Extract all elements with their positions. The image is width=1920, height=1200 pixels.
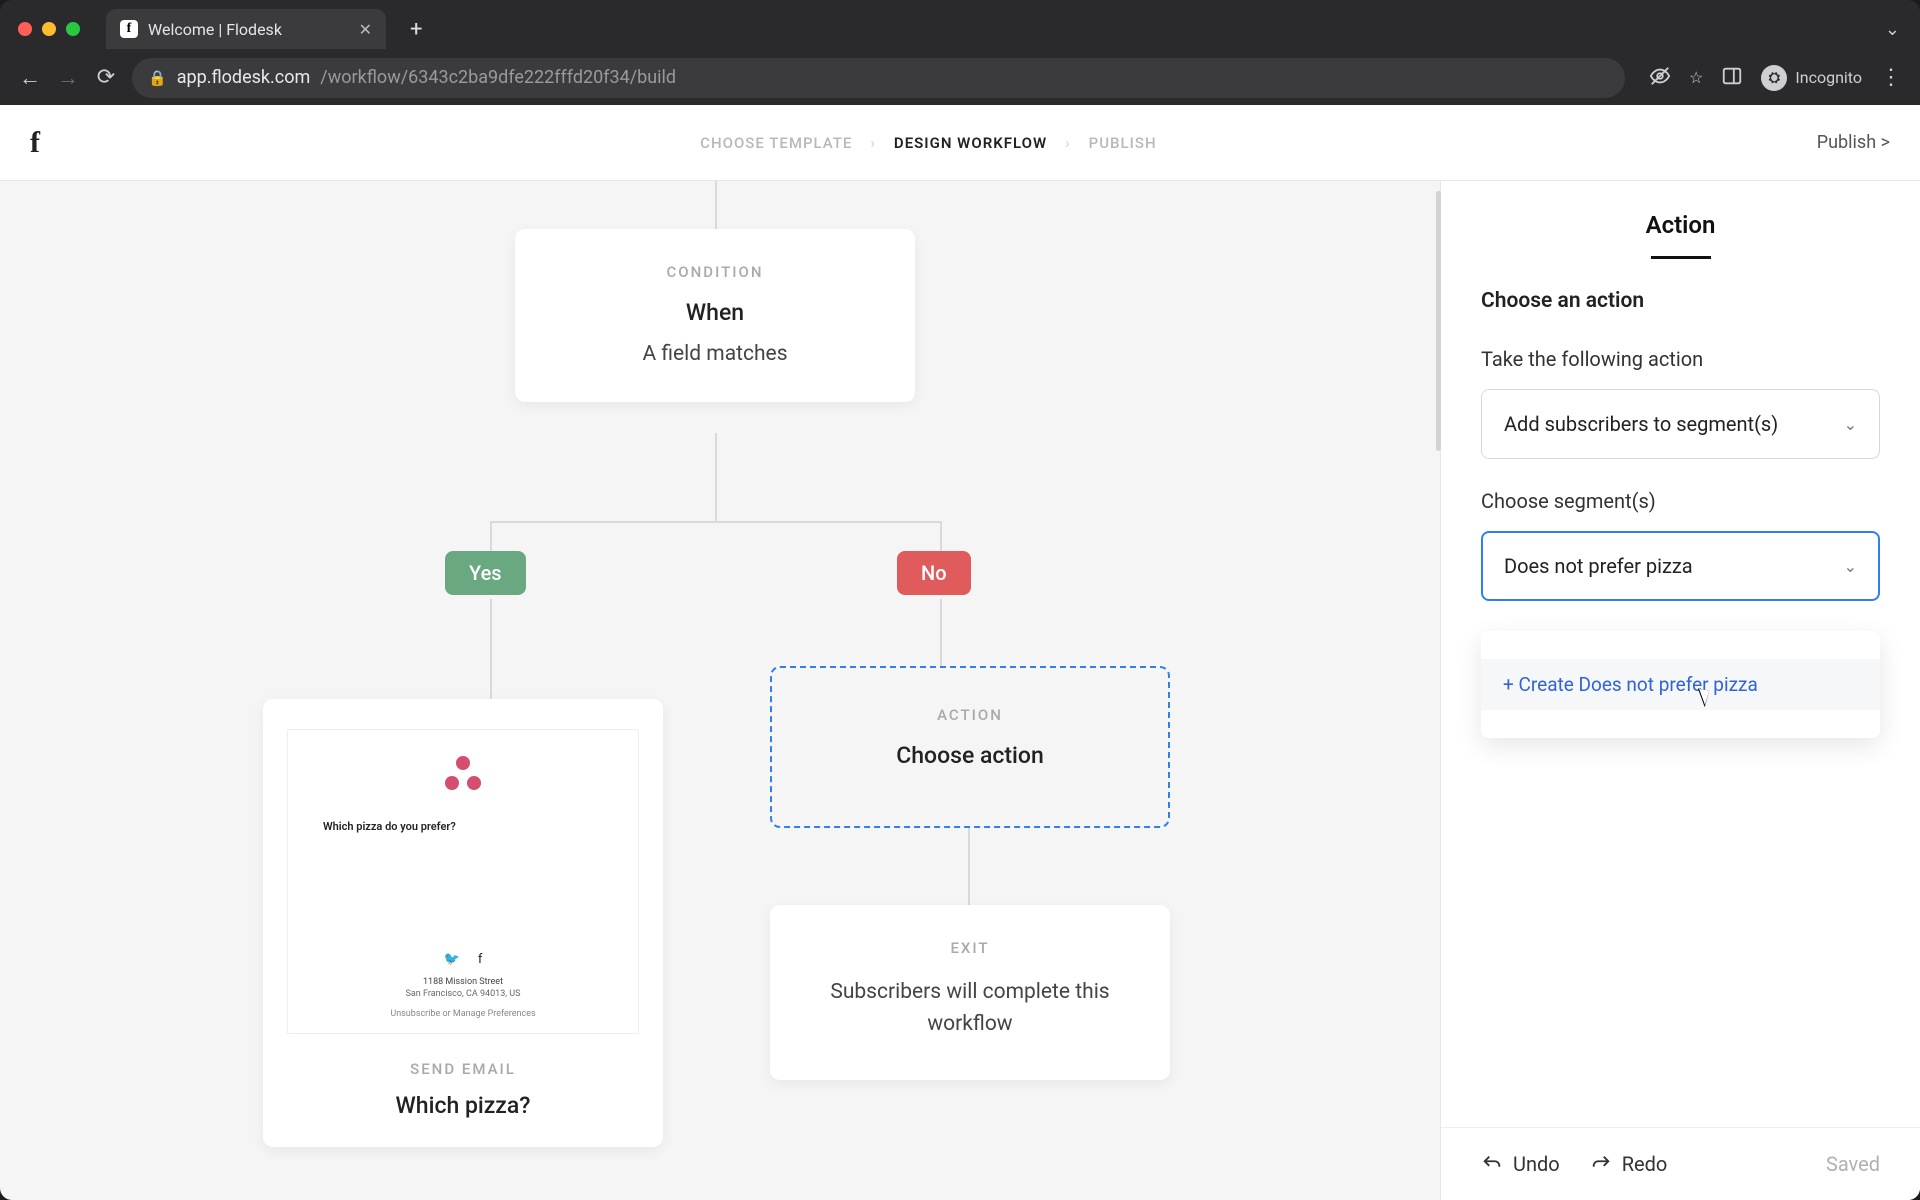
- segment-dropdown: + Create Does not prefer pizza: [1481, 631, 1880, 738]
- condition-sub: A field matches: [539, 342, 891, 366]
- app-header: f CHOOSE TEMPLATE › DESIGN WORKFLOW › PU…: [0, 105, 1920, 181]
- redo-icon: [1590, 1153, 1612, 1175]
- canvas-scrollbar[interactable]: [1436, 181, 1441, 1200]
- create-segment-option[interactable]: + Create Does not prefer pizza: [1481, 659, 1880, 710]
- connector-line: [490, 521, 942, 523]
- undo-label: Undo: [1513, 1152, 1560, 1176]
- panel-toggle-icon[interactable]: [1721, 65, 1743, 91]
- twitter-icon: 🐦: [444, 952, 460, 967]
- app-body: CONDITION When A field matches Yes No: [0, 181, 1920, 1200]
- connector-line: [715, 433, 717, 521]
- breadcrumb: CHOOSE TEMPLATE › DESIGN WORKFLOW › PUBL…: [40, 134, 1817, 152]
- incognito-icon: ⛭: [1761, 65, 1787, 91]
- connector-line: [490, 599, 492, 699]
- connector-line: [968, 828, 970, 905]
- panel-body: Choose an action Take the following acti…: [1441, 259, 1920, 1127]
- tab-bar: f Welcome | Flodesk ✕ + ⌄: [0, 0, 1920, 50]
- close-tab-icon[interactable]: ✕: [359, 20, 372, 39]
- address-bar[interactable]: 🔒 app.flodesk.com/workflow/6343c2ba9dfe2…: [132, 58, 1625, 98]
- browser-chrome: f Welcome | Flodesk ✕ + ⌄ ← → ⟳ 🔒 app.fl…: [0, 0, 1920, 105]
- panel-footer: Undo Redo Saved: [1441, 1127, 1920, 1200]
- workflow-canvas[interactable]: CONDITION When A field matches Yes No: [0, 181, 1440, 1200]
- crumb-publish[interactable]: PUBLISH: [1089, 134, 1157, 152]
- chevron-down-icon: ⌄: [1844, 557, 1857, 576]
- tab-title: Welcome | Flodesk: [148, 20, 282, 39]
- publish-button[interactable]: Publish >: [1817, 132, 1890, 153]
- segment-select-value: Does not prefer pizza: [1504, 554, 1693, 578]
- action-card-label: ACTION: [796, 706, 1144, 724]
- panel-title: Action: [1441, 181, 1920, 259]
- url-path: /workflow/6343c2ba9dfe222fffd20f34/build: [320, 67, 676, 88]
- incognito-label: Incognito: [1795, 68, 1862, 87]
- action-select[interactable]: Add subscribers to segment(s) ⌄: [1481, 389, 1880, 459]
- email-card[interactable]: Which pizza do you prefer? 🐦 f 1188 Miss…: [263, 699, 663, 1147]
- eye-off-icon[interactable]: [1649, 65, 1671, 91]
- minimize-window-button[interactable]: [42, 22, 56, 36]
- email-address-line2: San Francisco, CA 94013, US: [406, 989, 521, 999]
- browser-tab[interactable]: f Welcome | Flodesk ✕: [106, 9, 386, 49]
- choose-segments-label: Choose segment(s): [1481, 489, 1880, 513]
- toolbar-right: ☆ ⛭ Incognito ⋮: [1649, 65, 1902, 91]
- action-card[interactable]: ACTION Choose action: [770, 666, 1170, 828]
- star-icon[interactable]: ☆: [1689, 68, 1703, 87]
- close-window-button[interactable]: [18, 22, 32, 36]
- url-host: app.flodesk.com: [177, 67, 311, 88]
- action-card-title: Choose action: [796, 742, 1144, 769]
- exit-card[interactable]: EXIT Subscribers will complete this work…: [770, 905, 1170, 1080]
- incognito-badge[interactable]: ⛭ Incognito: [1761, 65, 1862, 91]
- branch-yes[interactable]: Yes: [445, 551, 526, 595]
- window-controls: [18, 22, 80, 36]
- condition-title: When: [539, 299, 891, 326]
- browser-menu-icon[interactable]: ⋮: [1880, 65, 1902, 90]
- connector-line: [940, 599, 942, 666]
- email-preview: Which pizza do you prefer? 🐦 f 1188 Miss…: [287, 729, 639, 1034]
- condition-card[interactable]: CONDITION When A field matches: [515, 229, 915, 402]
- app-area: f CHOOSE TEMPLATE › DESIGN WORKFLOW › PU…: [0, 105, 1920, 1200]
- exit-label: EXIT: [794, 939, 1146, 957]
- branch-no[interactable]: No: [897, 551, 971, 595]
- action-panel: Action Choose an action Take the followi…: [1440, 181, 1920, 1200]
- redo-label: Redo: [1622, 1152, 1668, 1176]
- facebook-icon: f: [478, 952, 483, 967]
- crumb-choose-template[interactable]: CHOOSE TEMPLATE: [700, 134, 852, 152]
- undo-icon: [1481, 1153, 1503, 1175]
- toolbar: ← → ⟳ 🔒 app.flodesk.com/workflow/6343c2b…: [0, 50, 1920, 105]
- segment-select[interactable]: Does not prefer pizza ⌄: [1481, 531, 1880, 601]
- chevron-right-icon: ›: [870, 134, 876, 152]
- email-card-title: Which pizza?: [287, 1092, 639, 1119]
- tab-favicon: f: [120, 20, 138, 38]
- chevron-down-icon: ⌄: [1844, 415, 1857, 434]
- app-logo[interactable]: f: [30, 126, 40, 160]
- back-icon[interactable]: ←: [18, 65, 42, 91]
- lock-icon: 🔒: [148, 69, 167, 87]
- reload-icon[interactable]: ⟳: [94, 65, 118, 90]
- chevron-right-icon: ›: [1065, 134, 1071, 152]
- tabs-dropdown-icon[interactable]: ⌄: [1885, 19, 1900, 40]
- action-select-value: Add subscribers to segment(s): [1504, 412, 1778, 436]
- take-action-label: Take the following action: [1481, 347, 1880, 371]
- saved-status: Saved: [1826, 1152, 1880, 1176]
- email-social-icons: 🐦 f: [444, 952, 483, 967]
- exit-text: Subscribers will complete this workflow: [794, 977, 1146, 1040]
- brand-logo-icon: [445, 756, 481, 790]
- maximize-window-button[interactable]: [66, 22, 80, 36]
- connector-line: [715, 181, 717, 229]
- redo-button[interactable]: Redo: [1590, 1152, 1668, 1176]
- email-address-line1: 1188 Mission Street: [423, 977, 503, 987]
- condition-label: CONDITION: [539, 263, 891, 281]
- email-card-label: SEND EMAIL: [287, 1060, 639, 1078]
- email-preview-question: Which pizza do you prefer?: [323, 820, 456, 833]
- new-tab-button[interactable]: +: [396, 17, 436, 42]
- forward-icon[interactable]: →: [56, 65, 80, 91]
- crumb-design-workflow[interactable]: DESIGN WORKFLOW: [894, 134, 1047, 152]
- email-unsubscribe: Unsubscribe or Manage Preferences: [390, 1009, 535, 1019]
- choose-action-heading: Choose an action: [1481, 289, 1880, 313]
- undo-button[interactable]: Undo: [1481, 1152, 1560, 1176]
